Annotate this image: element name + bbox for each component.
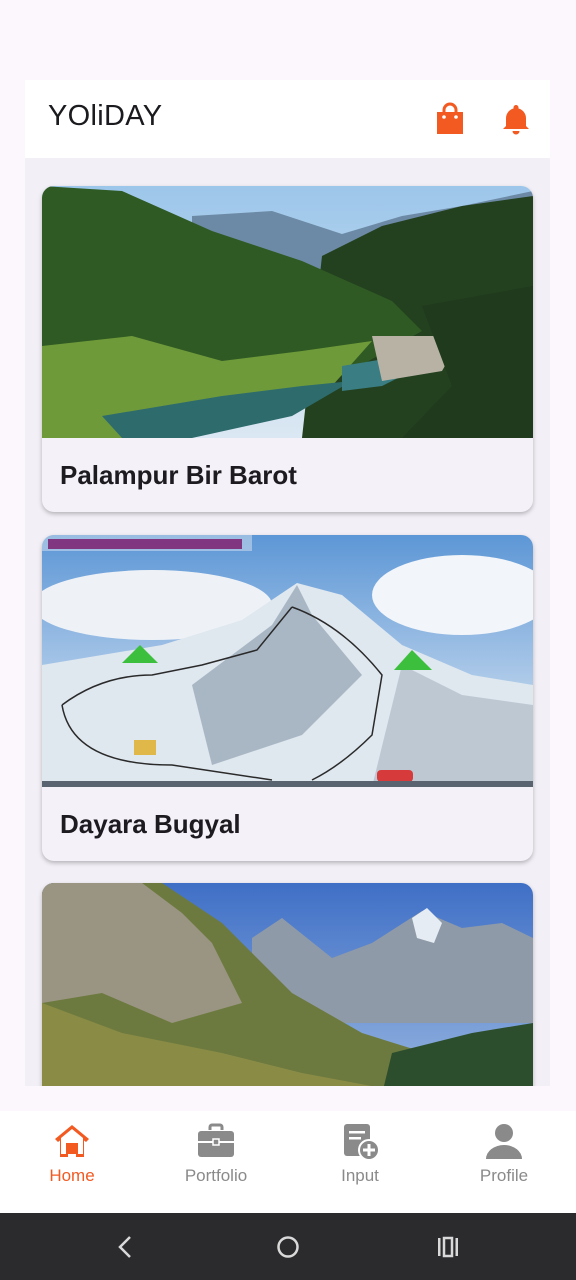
nav-label-profile: Profile bbox=[479, 1166, 529, 1185]
app-header: YOliDAY bbox=[25, 80, 550, 158]
rocky-mountain-campsite-photo bbox=[42, 883, 533, 1086]
back-icon[interactable] bbox=[110, 1231, 142, 1263]
dayara-bugyal-trek-map-photo bbox=[42, 535, 533, 787]
nav-label-home: Home bbox=[49, 1166, 95, 1185]
mountain-valley-lake-photo bbox=[42, 186, 533, 438]
system-navigation-bar bbox=[0, 1213, 576, 1280]
trip-card-mountain-camp[interactable] bbox=[42, 883, 533, 1086]
recent-apps-icon[interactable] bbox=[432, 1231, 464, 1263]
trip-card-dayara[interactable]: Dayara Bugyal bbox=[42, 535, 533, 861]
trip-card-palampur[interactable]: Palampur Bir Barot bbox=[42, 186, 533, 512]
app-container: YOliDAY Palampur Bir Barot Dayara Bugyal bbox=[25, 80, 550, 1086]
status-bar bbox=[0, 0, 576, 66]
app-title: YOliDAY bbox=[48, 100, 163, 132]
home-icon bbox=[55, 1125, 89, 1157]
trip-title: Dayara Bugyal bbox=[60, 809, 241, 839]
nav-item-home[interactable]: Home bbox=[0, 1111, 144, 1213]
bell-icon[interactable] bbox=[499, 102, 533, 136]
trip-title: Palampur Bir Barot bbox=[60, 460, 297, 490]
bottom-navigation: Home Portfolio Input Profile bbox=[0, 1111, 576, 1213]
nav-item-input[interactable]: Input bbox=[288, 1111, 432, 1213]
home-circle-icon[interactable] bbox=[272, 1231, 304, 1263]
nav-label-portfolio: Portfolio bbox=[184, 1166, 248, 1185]
nav-item-portfolio[interactable]: Portfolio bbox=[144, 1111, 288, 1213]
nav-label-input: Input bbox=[341, 1166, 379, 1185]
shopping-bag-icon[interactable] bbox=[433, 102, 467, 136]
person-icon bbox=[486, 1124, 522, 1159]
nav-item-profile[interactable]: Profile bbox=[432, 1111, 576, 1213]
add-document-icon bbox=[344, 1124, 380, 1161]
briefcase-icon bbox=[198, 1123, 234, 1157]
